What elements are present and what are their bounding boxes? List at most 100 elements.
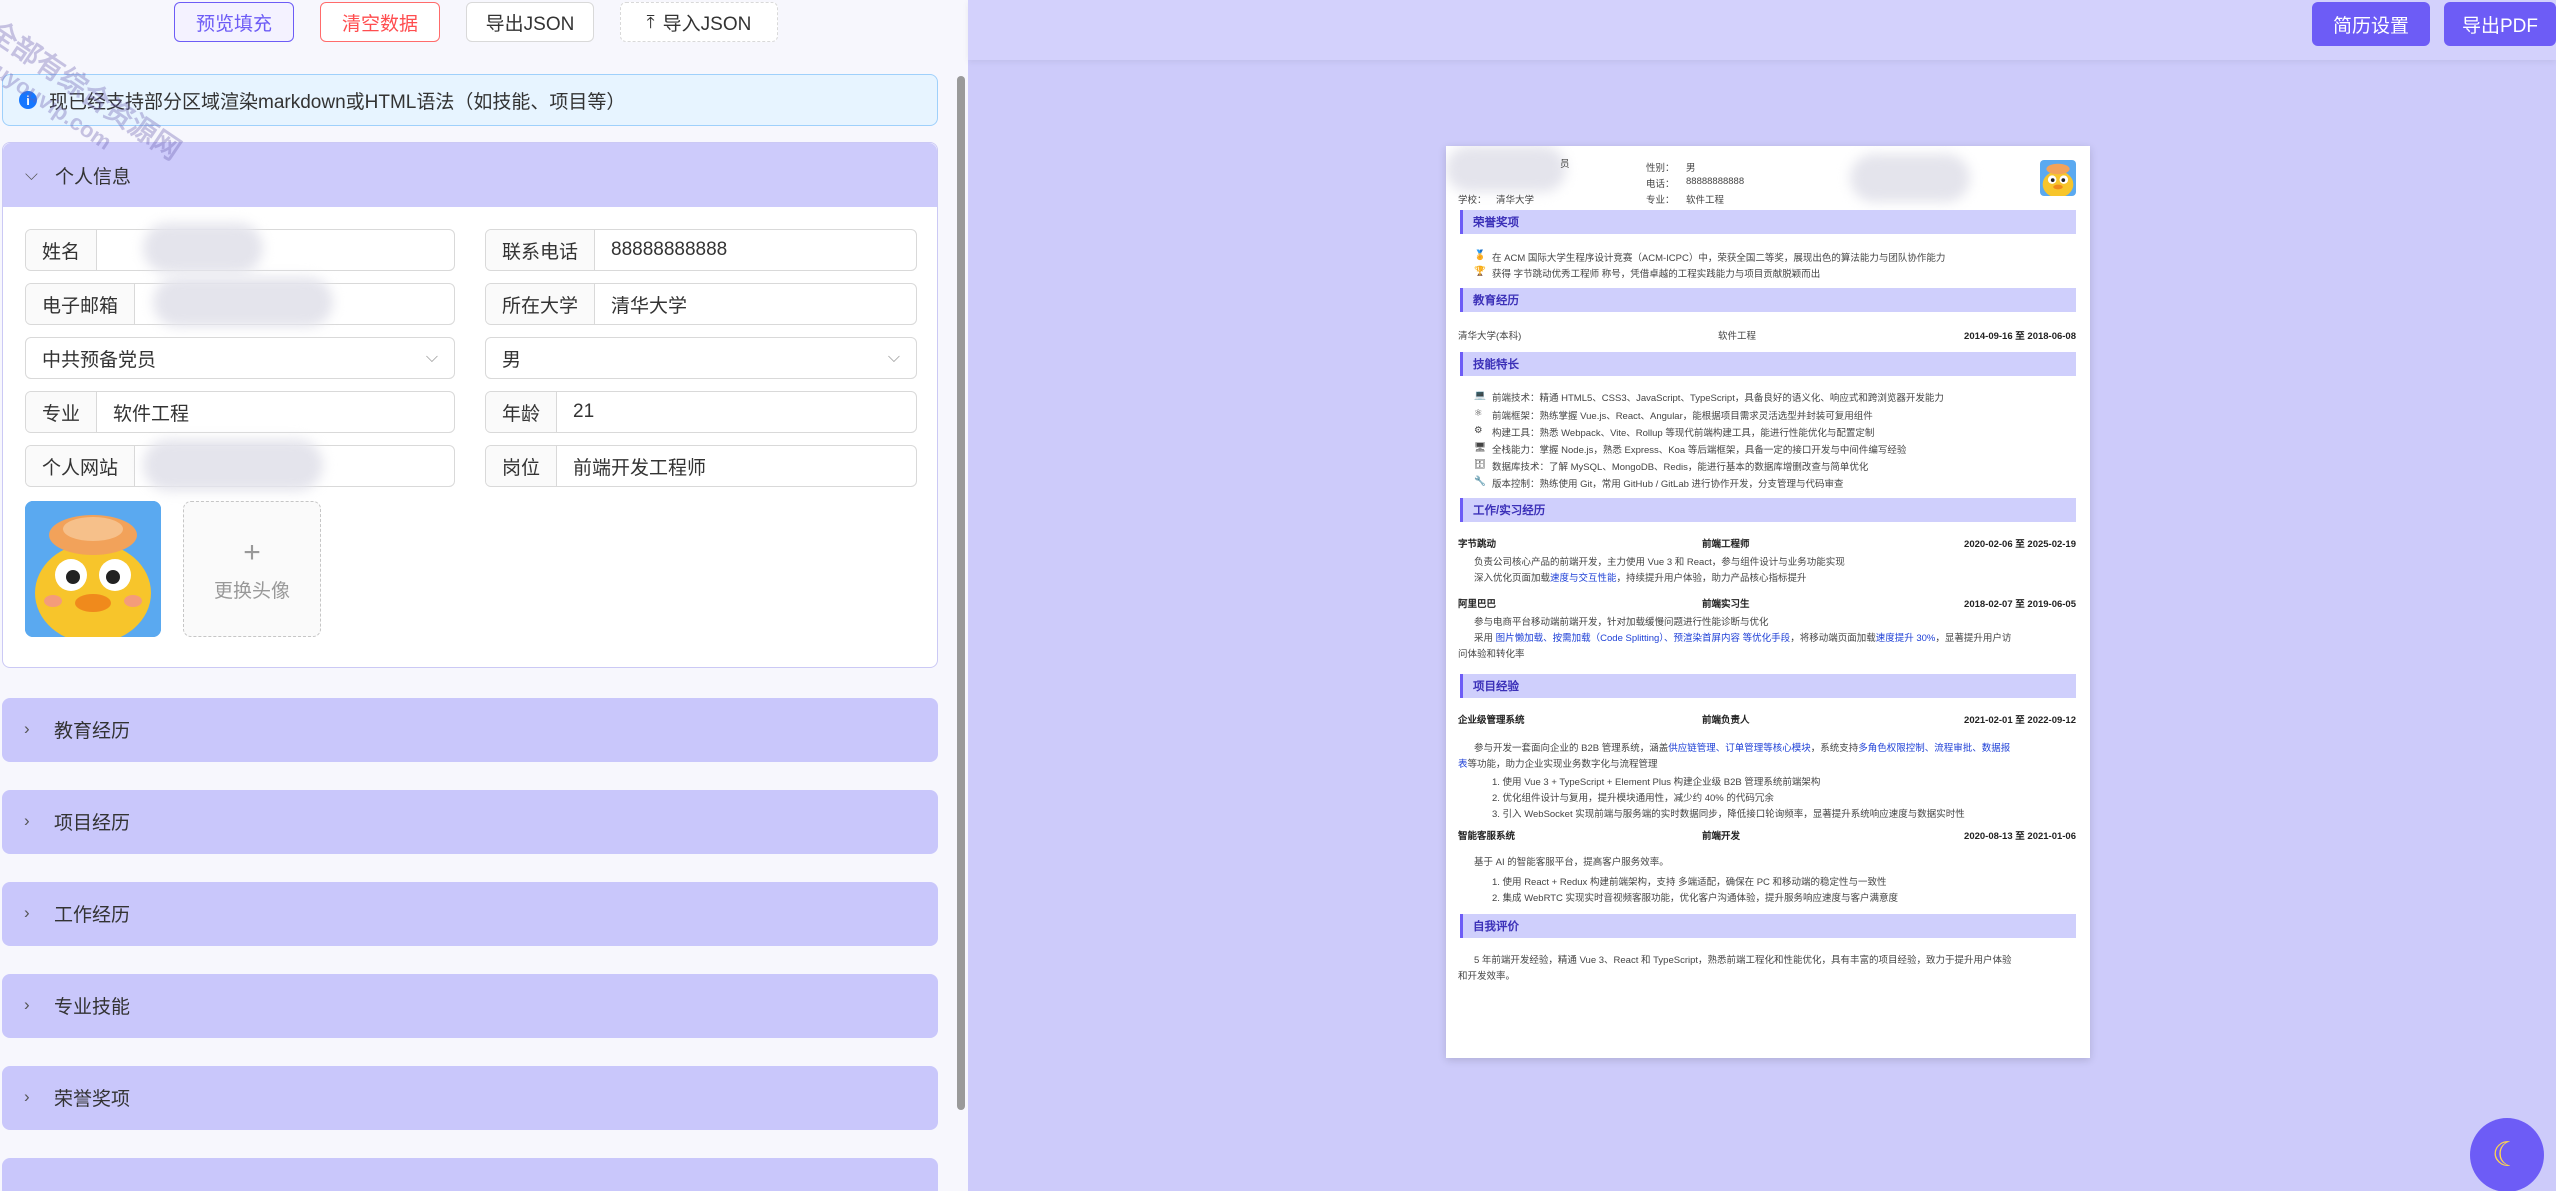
skills-header[interactable]: › 专业技能 xyxy=(2,974,938,1036)
resume-school-label: 学校： xyxy=(1458,195,1487,206)
position-input[interactable]: 前端开发工程师 xyxy=(557,446,722,486)
education-header[interactable]: › 教育经历 xyxy=(2,698,938,760)
work-desc: 采用 图片懒加载、按需加载（Code Splitting）、预渲染首屏内容 等优… xyxy=(1474,630,2011,644)
work-desc-text: ，持续提升用户体验，助力产品核心指标提升 xyxy=(1616,573,1807,584)
wrench-icon: 🔧 xyxy=(1474,476,1486,487)
import-json-button[interactable]: ⤒ 导入JSON xyxy=(620,2,778,42)
honors-panel[interactable]: › 荣誉奖项 xyxy=(2,1066,938,1130)
honors-header[interactable]: › 荣誉奖项 xyxy=(2,1066,938,1128)
avatar[interactable] xyxy=(25,501,161,637)
redacted-name xyxy=(143,223,263,273)
gender-select[interactable]: 男 ⌵ xyxy=(485,337,917,379)
work-role: 前端实习生 xyxy=(1702,599,1750,610)
school-input[interactable]: 清华大学 xyxy=(595,284,703,324)
laptop-icon: 💻 xyxy=(1474,390,1486,401)
work-title: 工作经历 xyxy=(54,904,131,926)
education-panel[interactable]: › 教育经历 xyxy=(2,698,938,762)
projects-heading-text: 项目经验 xyxy=(1473,681,1519,693)
server-icon: 🖥 xyxy=(1474,442,1487,453)
resume-phone-label: 电话： xyxy=(1646,179,1675,190)
work-header[interactable]: › 工作经历 xyxy=(2,882,938,944)
project-period: 2021-02-01 至 2022-09-12 xyxy=(1964,715,2076,726)
projects-header[interactable]: › 项目经历 xyxy=(2,790,938,852)
project-name: 企业级管理系统 xyxy=(1458,715,1525,726)
school-field[interactable]: 所在大学 清华大学 xyxy=(485,283,917,325)
work-desc-text: ，将移动端页面加载 xyxy=(1790,633,1876,644)
redacted-header-contact xyxy=(1850,154,1970,202)
clear-data-button[interactable]: 清空数据 xyxy=(320,2,440,42)
age-label: 年龄 xyxy=(486,392,558,432)
work-desc: 参与电商平台移动端前端开发，针对加载缓慢问题进行性能诊断与优化 xyxy=(1474,617,1769,628)
position-field[interactable]: 岗位 前端开发工程师 xyxy=(485,445,917,487)
political-status-select[interactable]: 中共预备党员 ⌵ xyxy=(25,337,455,379)
education-school: 清华大学(本科) xyxy=(1458,331,1522,342)
major-field[interactable]: 专业 软件工程 xyxy=(25,391,455,433)
export-json-button[interactable]: 导出JSON xyxy=(466,2,594,42)
work-desc-text: 采用 xyxy=(1474,633,1496,644)
chevron-down-icon: ⌵ xyxy=(425,349,438,366)
work-panel[interactable]: › 工作经历 xyxy=(2,882,938,946)
project-desc-text: 参与开发一套面向企业的 B2B 管理系统，涵盖 xyxy=(1474,743,1669,754)
honor-item: 在 ACM 国际大学生程序设计竞赛（ACM-ICPC）中，荣获全国二等奖，展现出… xyxy=(1492,253,1946,264)
resume-avatar xyxy=(2040,160,2076,196)
work-role: 前端工程师 xyxy=(1702,539,1750,550)
project-desc-text: 等功能，助力企业实现业务数字化与流程管理 xyxy=(1467,759,1658,770)
project-name: 智能客服系统 xyxy=(1458,831,1516,842)
evaluation-text: 和开发效率。 xyxy=(1458,971,1516,982)
projects-panel[interactable]: › 项目经历 xyxy=(2,790,938,854)
moon-icon: ☾ xyxy=(2491,1136,2523,1174)
work-desc-highlight: 图片懒加载、按需加载（Code Splitting）、预渲染首屏内容 等优化手段 xyxy=(1495,633,1791,644)
project-desc-text: ，系统支持 xyxy=(1810,743,1859,754)
website-label: 个人网站 xyxy=(26,446,136,486)
skills-title: 专业技能 xyxy=(54,996,131,1018)
resume-job-fragment: 员 xyxy=(1560,159,1570,170)
education-title: 教育经历 xyxy=(54,720,131,742)
work-desc-text: 深入优化页面加载 xyxy=(1474,573,1551,584)
skills-panel[interactable]: › 专业技能 xyxy=(2,974,938,1038)
chevron-right-icon: › xyxy=(24,719,30,738)
chevron-down-icon: ⌵ xyxy=(887,349,900,366)
resume-honors-heading: 荣誉奖项 xyxy=(1460,210,2076,234)
major-input[interactable]: 软件工程 xyxy=(97,392,205,432)
skill-item: 全栈能力：掌握 Node.js，熟悉 Express、Koa 等后端框架，具备一… xyxy=(1492,445,1907,456)
education-heading-text: 教育经历 xyxy=(1473,295,1519,307)
export-pdf-button[interactable]: 导出PDF xyxy=(2444,2,2556,46)
redacted-email xyxy=(153,277,333,327)
education-major: 软件工程 xyxy=(1718,331,1757,342)
resume-settings-label: 简历设置 xyxy=(2332,15,2409,37)
export-json-label: 导出JSON xyxy=(485,13,575,35)
project-item: 1. 使用 Vue 3 + TypeScript + Element Plus … xyxy=(1492,777,1821,788)
info-icon: i xyxy=(19,91,37,109)
scrollbar-thumb[interactable] xyxy=(957,76,965,1110)
personal-info-header[interactable]: ⌵ 个人信息 xyxy=(3,143,937,207)
age-input[interactable]: 21 xyxy=(557,392,610,432)
project-period: 2020-08-13 至 2021-01-06 xyxy=(1964,831,2076,842)
theme-toggle-button[interactable]: ☾ xyxy=(2470,1118,2544,1191)
chevron-right-icon: › xyxy=(24,995,30,1014)
resume-gender-value: 男 xyxy=(1686,163,1696,174)
change-avatar-label: 更换头像 xyxy=(213,580,290,602)
resume-paper: 员 学校： 清华大学 性别： 男 电话： 88888888888 专业： 软件工… xyxy=(1446,146,2090,1058)
school-label: 所在大学 xyxy=(486,284,596,324)
preview-area: 简历设置 导出PDF 员 学校： 清华大学 性别： 男 电话： 88888888… xyxy=(968,0,2556,1191)
preview-fill-button[interactable]: 预览填充 xyxy=(174,2,294,42)
upload-icon: ⤒ xyxy=(646,11,655,32)
change-avatar-button[interactable]: + 更换头像 xyxy=(183,501,321,637)
work-period: 2018-02-07 至 2019-06-05 xyxy=(1964,599,2076,610)
skill-item: 前端框架：熟练掌握 Vue.js、React、Angular，能根据项目需求灵活… xyxy=(1492,411,1873,422)
education-period: 2014-09-16 至 2018-06-08 xyxy=(1964,331,2076,342)
work-period: 2020-02-06 至 2025-02-19 xyxy=(1964,539,2076,550)
skill-item: 版本控制：熟练使用 Git，常用 GitHub / GitLab 进行协作开发，… xyxy=(1492,479,1844,490)
name-input[interactable] xyxy=(97,230,129,270)
resume-settings-button[interactable]: 简历设置 xyxy=(2312,2,2430,46)
phone-input[interactable]: 88888888888 xyxy=(595,230,743,270)
redacted-website xyxy=(143,439,323,491)
evaluation-text: 5 年前端开发经验，精通 Vue 3、React 和 TypeScript，熟悉… xyxy=(1474,955,2012,966)
resume-skills-heading: 技能特长 xyxy=(1460,352,2076,376)
phone-field[interactable]: 联系电话 88888888888 xyxy=(485,229,917,271)
chevron-right-icon: › xyxy=(24,811,30,830)
plus-icon: + xyxy=(243,535,261,569)
resume-major-value: 软件工程 xyxy=(1686,195,1725,206)
more-panel[interactable] xyxy=(2,1158,938,1191)
age-field[interactable]: 年龄 21 xyxy=(485,391,917,433)
